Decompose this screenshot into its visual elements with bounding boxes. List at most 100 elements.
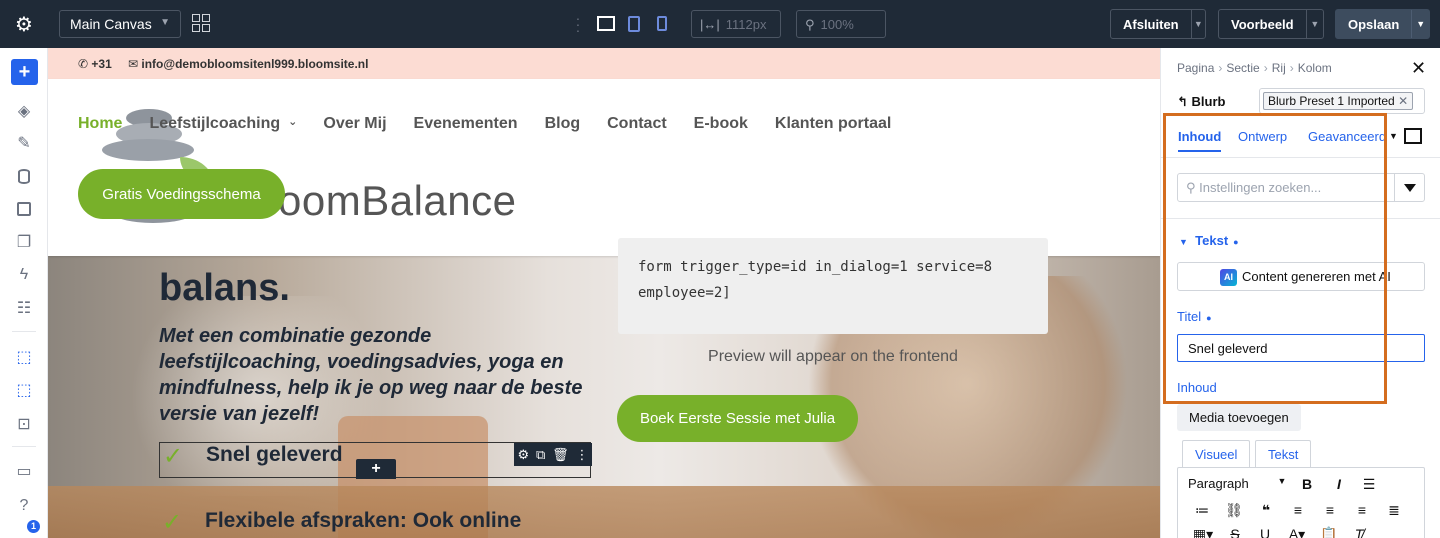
close-button[interactable]: Afsluiten ▼ xyxy=(1110,9,1206,39)
grid-view-icon[interactable] xyxy=(192,14,210,32)
code-line-1: form trigger_type=id in_dialog=1 service… xyxy=(638,259,993,275)
nav-blog[interactable]: Blog xyxy=(545,115,581,133)
crumb-page[interactable]: Pagina xyxy=(1177,61,1214,75)
lightning-icon[interactable]: ϟ xyxy=(12,263,36,287)
tab-visual[interactable]: Visueel xyxy=(1182,440,1251,468)
layers-icon[interactable]: ◈ xyxy=(12,99,36,123)
contact-strip: ✆ +31 ✉ info@demobloomsitenl999.bloomsit… xyxy=(48,48,1160,79)
remove-preset-icon[interactable]: ✕ xyxy=(1398,94,1408,108)
bullet-list-icon[interactable]: ☰ xyxy=(1354,476,1384,493)
paragraph-select[interactable]: Paragraph xyxy=(1188,476,1274,493)
phone-view-icon[interactable] xyxy=(657,16,667,31)
free-schema-button[interactable]: Gratis Voedingsschema xyxy=(78,169,285,219)
booking-shortcode-box: form trigger_type=id in_dialog=1 service… xyxy=(618,238,1048,334)
preview-note: Preview will appear on the frontend xyxy=(708,348,958,365)
link-icon[interactable]: ⛓ xyxy=(1218,502,1250,519)
filter-icon[interactable] xyxy=(1394,174,1424,201)
crumb-row[interactable]: Rij xyxy=(1272,61,1286,75)
nav-ebook[interactable]: E-book xyxy=(694,115,748,133)
window-icon[interactable]: ▭ xyxy=(12,459,36,483)
strikethrough-icon[interactable]: S xyxy=(1220,526,1250,538)
zoom-value: 100% xyxy=(820,17,854,32)
width-arrows-icon: |↔| xyxy=(700,17,720,32)
preset-select[interactable]: Blurb Preset 1 Imported ✕ xyxy=(1259,88,1425,114)
notification-badge[interactable]: 1 xyxy=(27,520,40,533)
canvas-select[interactable]: Main Canvas ▼ xyxy=(59,10,181,38)
chevron-down-icon: ⌄ xyxy=(288,116,298,128)
close-dropdown-icon[interactable]: ▼ xyxy=(1190,10,1205,38)
crumb-column[interactable]: Kolom xyxy=(1298,61,1332,75)
help-icon[interactable]: ? xyxy=(12,494,36,518)
nav-leefstijlcoaching[interactable]: Leefstijlcoaching xyxy=(149,115,280,133)
italic-icon[interactable]: I xyxy=(1324,476,1354,493)
logo-text: oomBalance xyxy=(278,177,517,224)
module-name: Blurb xyxy=(1191,94,1226,109)
close-panel-icon[interactable]: ✕ xyxy=(1411,58,1426,79)
delete-icon[interactable]: 🗑 xyxy=(552,447,569,463)
table-icon[interactable]: ▦▾ xyxy=(1186,526,1220,538)
nav-evenementen[interactable]: Evenementen xyxy=(414,115,518,133)
preview-settings-icon[interactable]: ⊡ xyxy=(12,412,36,436)
quote-icon[interactable]: ❝ xyxy=(1250,502,1282,519)
main-nav: Home Leefstijlcoaching ⌄ Over Mij Eveneme… xyxy=(78,115,891,133)
nav-home[interactable]: Home xyxy=(78,115,122,133)
save-button[interactable]: Opslaan ▼ xyxy=(1335,9,1430,39)
bold-icon[interactable]: B xyxy=(1290,476,1324,493)
code-line-2: employee=2] xyxy=(638,285,731,301)
add-element-icon[interactable]: + xyxy=(11,59,38,85)
clear-format-icon[interactable]: T̸ xyxy=(1344,526,1374,538)
email-address: info@demobloomsitenl999.bloomsite.nl xyxy=(141,57,369,71)
rich-text-editor[interactable]: Paragraph ▼ B I ☰ ≔ ⛓ ❝ ≡ ≡ ≡ ≣ ▦▾ S U A▾… xyxy=(1177,467,1425,538)
blurb-module[interactable]: ✓ Flexibele afspraken: Ook online xyxy=(159,505,591,538)
module-settings-icon[interactable]: ⚙ xyxy=(517,447,529,463)
more-vertical-icon[interactable]: · · · xyxy=(575,11,581,37)
canvas-width-field[interactable]: |↔| 1112px xyxy=(691,10,781,38)
numbered-list-icon[interactable]: ≔ xyxy=(1186,502,1218,519)
text-color-icon[interactable]: A▾ xyxy=(1280,526,1314,538)
align-center-icon[interactable]: ≡ xyxy=(1314,502,1346,519)
table-icon[interactable]: ☷ xyxy=(12,296,36,320)
book-session-button[interactable]: Boek Eerste Sessie met Julia xyxy=(617,395,858,442)
design-icon[interactable]: ✎ xyxy=(12,131,36,155)
align-justify-icon[interactable]: ≣ xyxy=(1378,502,1410,519)
add-module-icon[interactable]: + xyxy=(356,459,396,479)
breadcrumb: Pagina › Sectie › Rij › Kolom xyxy=(1177,61,1332,75)
canvas-width-value: 1112px xyxy=(725,17,767,32)
blurb-title: Snel geleverd xyxy=(206,443,343,466)
module-header: ↰ Blurb xyxy=(1177,94,1225,110)
nav-klanten-portaal[interactable]: Klanten portaal xyxy=(775,115,891,133)
duplicate-icon[interactable]: ⧉ xyxy=(536,447,545,463)
forms-icon[interactable] xyxy=(12,197,36,221)
desktop-view-icon[interactable] xyxy=(597,16,615,31)
save-dropdown-icon[interactable]: ▼ xyxy=(1411,10,1429,38)
underline-icon[interactable]: U xyxy=(1250,526,1280,538)
paste-icon[interactable]: 📋 xyxy=(1314,526,1344,538)
pages-icon[interactable]: ❐ xyxy=(12,230,36,254)
more-vertical-icon[interactable]: ⋮ xyxy=(576,447,589,463)
email-contact[interactable]: ✉ info@demobloomsitenl999.bloomsite.nl xyxy=(128,57,368,71)
zoom-field[interactable]: ⚲ 100% xyxy=(796,10,886,38)
settings-gear-icon[interactable]: ⚙ xyxy=(0,0,48,48)
tablet-view-icon[interactable] xyxy=(628,16,640,32)
nav-over-mij[interactable]: Over Mij xyxy=(323,115,386,133)
align-left-icon[interactable]: ≡ xyxy=(1282,502,1314,519)
tabs-chevron-icon[interactable]: ▼ xyxy=(1389,131,1398,141)
back-arrow-icon[interactable]: ↰ xyxy=(1177,94,1188,109)
add-media-button[interactable]: Media toevoegen xyxy=(1177,404,1301,431)
hero-heading-text: balans. xyxy=(159,267,290,309)
preview-button[interactable]: Voorbeeld ▼ xyxy=(1218,9,1324,39)
align-right-icon[interactable]: ≡ xyxy=(1346,502,1378,519)
close-button-label: Afsluiten xyxy=(1123,16,1179,32)
preview-button-label: Voorbeeld xyxy=(1231,16,1294,32)
tab-text[interactable]: Tekst xyxy=(1255,440,1312,468)
phone-contact[interactable]: ✆ +31 xyxy=(78,57,112,71)
save-button-label: Opslaan xyxy=(1348,16,1400,32)
nav-contact[interactable]: Contact xyxy=(607,115,667,133)
preview-dropdown-icon[interactable]: ▼ xyxy=(1305,10,1323,38)
crumb-section[interactable]: Sectie xyxy=(1226,61,1259,75)
database-icon[interactable] xyxy=(12,164,36,188)
select-cursor-icon[interactable]: ⬚ xyxy=(12,345,36,369)
expand-panel-icon[interactable] xyxy=(1404,128,1422,144)
multi-select-icon[interactable]: ⬚ xyxy=(12,378,36,402)
selected-blurb-module[interactable]: ✓ Snel geleverd ⚙ ⧉ 🗑 ⋮ + xyxy=(159,442,592,479)
